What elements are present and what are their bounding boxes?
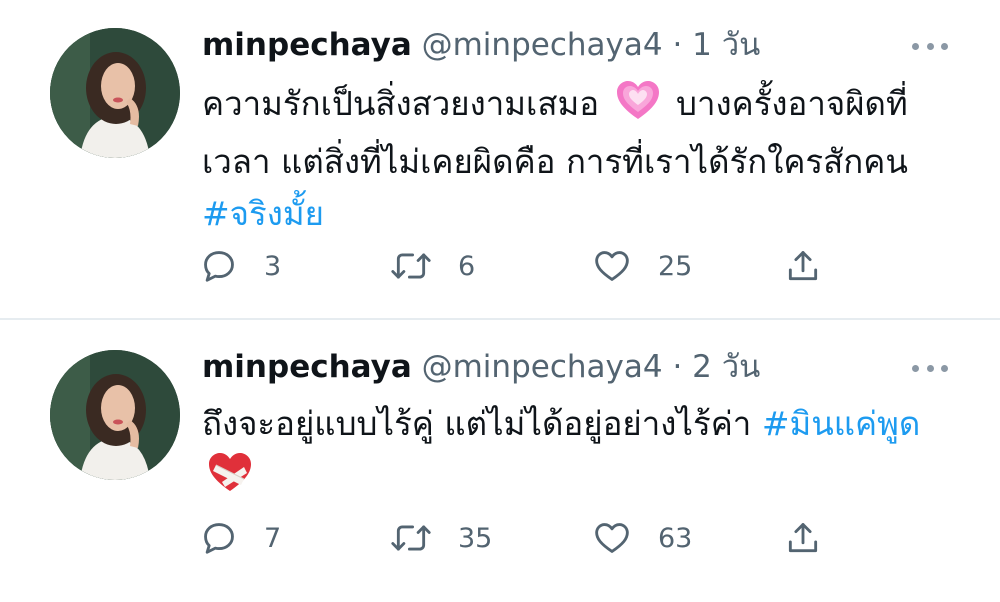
tweet-text: ถึงจะอยู่แบบไร้คู่ แต่ไม่ได้อยู่อย่างไร้…	[202, 398, 942, 508]
like-icon	[592, 519, 632, 557]
like-icon	[592, 247, 632, 285]
share-button[interactable]	[784, 516, 822, 560]
share-button[interactable]	[784, 244, 822, 288]
action-bar: 7 35 63	[200, 516, 840, 560]
share-icon	[784, 247, 822, 285]
display-name[interactable]: minpechaya	[202, 349, 412, 385]
tweet-text-part: ความรักเป็นสิ่งสวยงามเสมอ	[202, 84, 600, 123]
more-options-icon[interactable]	[912, 40, 948, 52]
like-button[interactable]: 63	[592, 516, 692, 560]
separator-dot: ·	[672, 349, 683, 385]
like-count: 63	[658, 522, 693, 554]
separator-dot: ·	[672, 27, 683, 63]
retweet-count: 6	[458, 250, 476, 282]
reply-icon	[200, 247, 238, 285]
user-handle[interactable]: @minpechaya4	[422, 349, 663, 385]
timestamp[interactable]: 1 วัน	[692, 27, 760, 63]
tweet-text: ความรักเป็นสิ่งสวยงามเสมอ บางครั้งอาจผิด…	[202, 78, 942, 240]
reply-count: 3	[264, 250, 282, 282]
tweet[interactable]: minpechaya @minpechaya4 · 2 วัน ถึงจะอยู…	[0, 320, 1000, 602]
reply-count: 7	[264, 522, 282, 554]
retweet-icon	[390, 519, 432, 557]
retweet-count: 35	[458, 522, 493, 554]
avatar[interactable]	[50, 28, 180, 158]
reply-button[interactable]: 3	[200, 244, 281, 288]
like-count: 25	[658, 250, 693, 282]
like-button[interactable]: 25	[592, 244, 692, 288]
tweet-text-part: ถึงจะอยู่แบบไร้คู่ แต่ไม่ได้อยู่อย่างไร้…	[202, 404, 752, 443]
share-icon	[784, 519, 822, 557]
timestamp[interactable]: 2 วัน	[692, 349, 760, 385]
action-bar: 3 6 25	[200, 244, 840, 288]
display-name[interactable]: minpechaya	[202, 27, 412, 63]
growing-heart-emoji	[616, 81, 660, 136]
retweet-icon	[390, 247, 432, 285]
reply-icon	[200, 519, 238, 557]
timeline: minpechaya @minpechaya4 · 1 วัน ความรักเ…	[0, 0, 1000, 602]
hashtag-link[interactable]: #จริงมั้ย	[202, 194, 324, 233]
more-options-icon[interactable]	[912, 362, 948, 374]
reply-button[interactable]: 7	[200, 516, 281, 560]
hashtag-link[interactable]: #มินแค่พูด	[762, 404, 921, 443]
tweet-header: minpechaya @minpechaya4 · 2 วัน	[202, 347, 760, 387]
user-handle[interactable]: @minpechaya4	[422, 27, 663, 63]
avatar[interactable]	[50, 350, 180, 480]
tweet-header: minpechaya @minpechaya4 · 1 วัน	[202, 25, 760, 65]
retweet-button[interactable]: 6	[390, 244, 475, 288]
retweet-button[interactable]: 35	[390, 516, 492, 560]
mending-heart-emoji	[208, 453, 252, 508]
tweet[interactable]: minpechaya @minpechaya4 · 1 วัน ความรักเ…	[0, 0, 1000, 318]
